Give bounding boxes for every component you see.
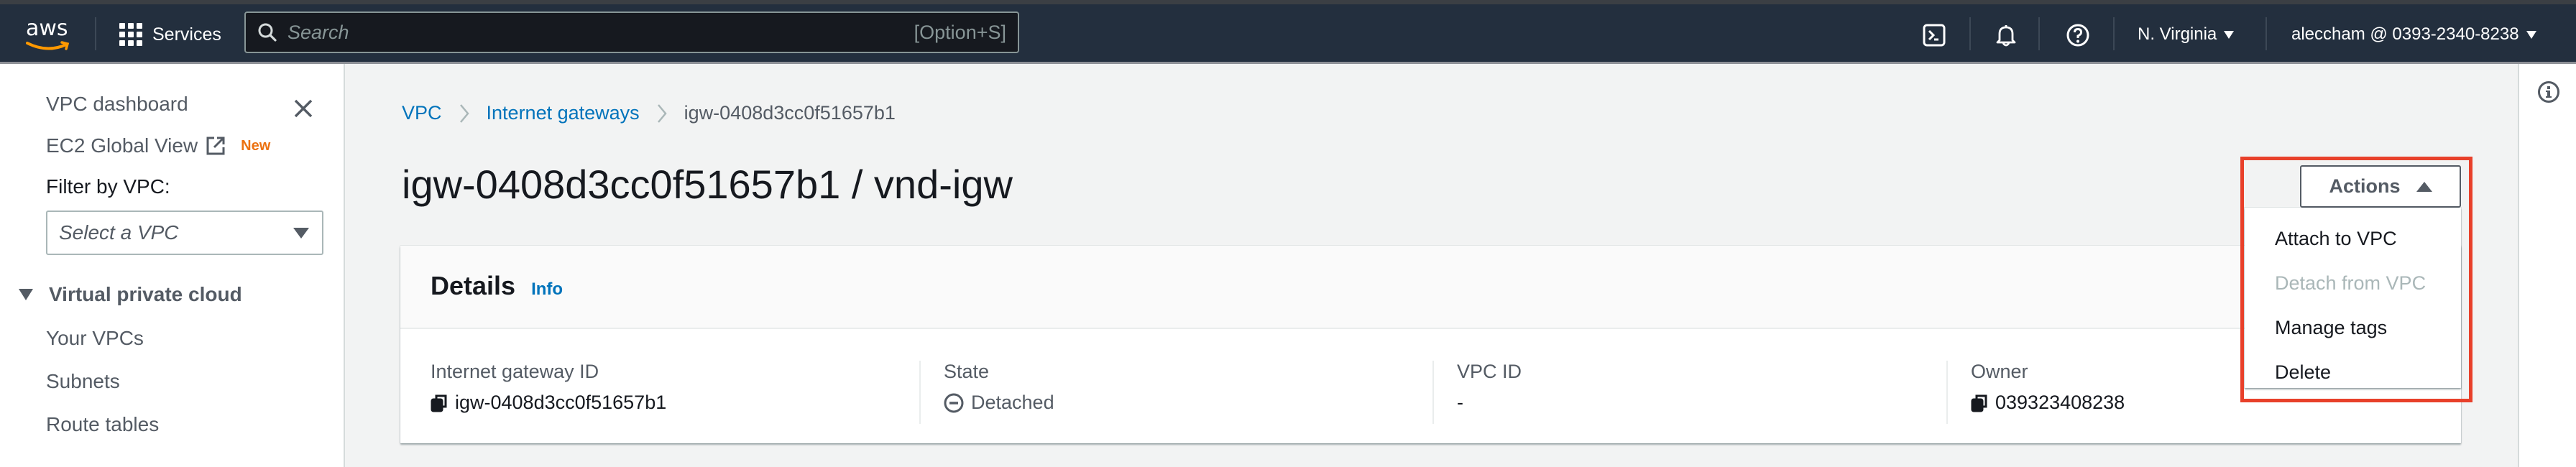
top-navigation: aws Services [Option+S] N. Vi (0, 4, 2576, 62)
filter-by-vpc-label: Filter by VPC: (46, 175, 170, 198)
info-icon[interactable] (2536, 80, 2561, 104)
copy-icon[interactable] (1971, 394, 1988, 412)
actions-label: Actions (2329, 175, 2401, 197)
tools-panel (2518, 64, 2576, 467)
aws-smile-icon (26, 41, 70, 50)
aws-logo[interactable]: aws (24, 16, 70, 53)
menu-item-attach-to-vpc[interactable]: Attach to VPC (2275, 228, 2397, 250)
sidebar-item-label: Your VPCs (46, 327, 144, 349)
field-value: 039323408238 (1995, 392, 2125, 413)
search-bar[interactable]: [Option+S] (244, 11, 1019, 53)
sidebar-section-virtual-private-cloud[interactable]: Virtual private cloud (19, 283, 242, 306)
menu-item-manage-tags[interactable]: Manage tags (2275, 317, 2387, 339)
new-badge: New (241, 137, 271, 154)
field-value: Detached (971, 392, 1054, 413)
nav-divider (2038, 17, 2040, 50)
copy-icon[interactable] (431, 394, 448, 412)
field-label: State (944, 361, 990, 382)
section-expanded-caret-icon (19, 289, 33, 300)
account-label: aleccham @ 0393-2340-8238 (2291, 24, 2519, 44)
breadcrumb-link-vpc[interactable]: VPC (402, 102, 442, 124)
nav-bottom-border (0, 62, 2576, 64)
details-container: Details Info Internet gateway ID igw-040… (400, 246, 2461, 443)
sidebar-item-subnets[interactable]: Subnets (46, 370, 120, 393)
details-header: Details Info (400, 246, 2461, 329)
sidebar-item-ec2-global-view[interactable]: EC2 Global View New (46, 134, 270, 157)
detail-field-internet-gateway-id: Internet gateway ID igw-0408d3cc0f51657b… (431, 361, 666, 424)
field-label: Owner (1971, 361, 2028, 382)
actions-button[interactable]: Actions (2300, 165, 2461, 208)
sidebar: VPC dashboard EC2 Global View New Filter… (0, 64, 345, 467)
caret-up-icon (2416, 181, 2432, 192)
menu-item-delete[interactable]: Delete (2275, 361, 2331, 384)
page-title: igw-0408d3cc0f51657b1 / vnd-igw (402, 162, 1013, 207)
field-label: Internet gateway ID (431, 361, 599, 382)
sidebar-item-your-vpcs[interactable]: Your VPCs (46, 327, 144, 350)
nav-divider (1969, 17, 1971, 50)
detached-minus-circle-icon (944, 393, 964, 412)
help-icon[interactable] (2066, 23, 2090, 47)
nav-divider (2113, 17, 2115, 50)
search-shortcut-hint: [Option+S] (914, 21, 1006, 43)
aws-logo-text: aws (26, 16, 68, 41)
region-caret-down-icon (2224, 30, 2235, 39)
field-value: - (1457, 392, 1463, 413)
sidebar-item-label: Route tables (46, 413, 160, 435)
notifications-bell-icon[interactable] (1994, 23, 2018, 47)
sidebar-item-label: Subnets (46, 370, 120, 392)
breadcrumb-current: igw-0408d3cc0f51657b1 (684, 102, 896, 124)
sidebar-item-label: EC2 Global View (46, 134, 198, 157)
region-label: N. Virginia (2138, 24, 2217, 44)
vpc-filter-placeholder: Select a VPC (59, 221, 179, 244)
region-selector[interactable]: N. Virginia (2138, 24, 2235, 45)
sidebar-item-vpc-dashboard[interactable]: VPC dashboard (46, 93, 188, 116)
breadcrumb-chevron-icon (459, 103, 469, 123)
detail-field-owner: Owner 039323408238 (1946, 361, 2125, 424)
details-title: Details (431, 271, 516, 300)
account-menu[interactable]: aleccham @ 0393-2340-8238 (2291, 24, 2536, 45)
vpc-filter-select[interactable]: Select a VPC (46, 211, 323, 255)
account-caret-down-icon (2526, 30, 2536, 39)
menu-item-detach-from-vpc: Detach from VPC (2275, 272, 2426, 294)
search-icon (258, 23, 277, 42)
external-link-icon (206, 137, 225, 155)
details-info-link[interactable]: Info (531, 279, 563, 300)
sidebar-item-route-tables[interactable]: Route tables (46, 413, 159, 436)
search-input[interactable] (288, 21, 914, 44)
services-label: Services (152, 24, 221, 45)
cloudshell-icon[interactable] (1922, 23, 1946, 47)
breadcrumb: VPC Internet gateways igw-0408d3cc0f5165… (402, 102, 896, 124)
field-value: igw-0408d3cc0f51657b1 (455, 392, 667, 413)
actions-dropdown-menu: Attach to VPC Detach from VPC Manage tag… (2245, 208, 2461, 388)
close-sidebar-icon[interactable] (290, 96, 316, 121)
detail-field-vpc-id: VPC ID - (1432, 361, 1522, 424)
breadcrumb-link-internet-gateways[interactable]: Internet gateways (487, 102, 640, 124)
services-menu-button[interactable]: Services (119, 22, 221, 47)
caret-down-icon (293, 227, 309, 239)
breadcrumb-chevron-icon (657, 103, 667, 123)
nav-divider (2266, 17, 2267, 50)
nav-divider (95, 17, 96, 50)
services-grid-icon (119, 23, 142, 46)
sidebar-item-label: VPC dashboard (46, 93, 188, 115)
sidebar-section-label: Virtual private cloud (49, 283, 242, 305)
field-label: VPC ID (1457, 361, 1522, 382)
detail-field-state: State Detached (919, 361, 1054, 424)
